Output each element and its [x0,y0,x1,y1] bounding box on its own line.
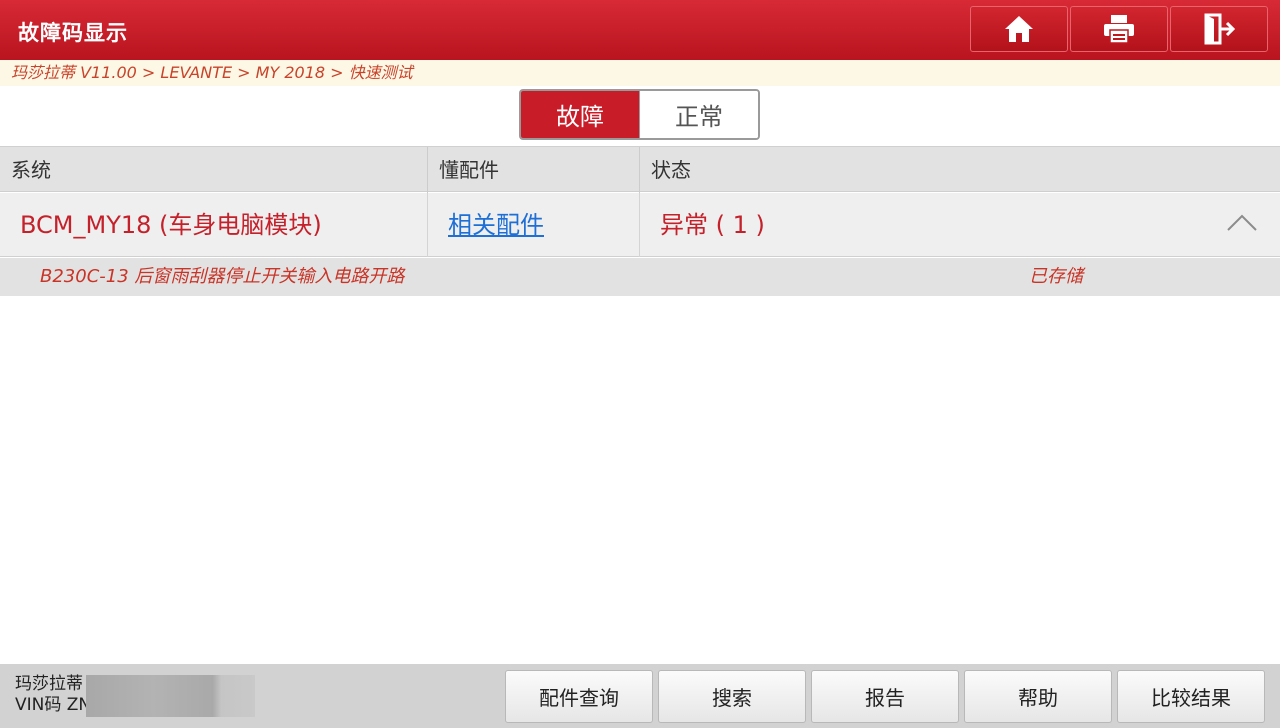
vehicle-make: 玛莎拉蒂 [15,674,83,694]
tab-normal[interactable]: 正常 [639,91,758,138]
app-window: 故障码显示 玛莎拉蒂 V11.00 > LEVANTE > MY 2018 > … [0,0,1280,728]
exit-icon [1204,13,1236,45]
search-button[interactable]: 搜索 [658,670,806,723]
table-header: 系统 懂配件 状态 [0,146,1280,193]
printer-icon [1104,15,1134,44]
fault-normal-toggle: 故障 正常 [519,89,760,140]
home-button[interactable] [970,6,1068,52]
status-text: 异常 ( 1 ) [660,211,765,239]
print-button[interactable] [1070,6,1168,52]
column-header-system: 系统 [11,158,51,182]
report-button[interactable]: 报告 [811,670,959,723]
fault-state: 已存储 [1029,266,1083,287]
home-icon [1005,16,1033,42]
table-row[interactable]: BCM_MY18 (车身电脑模块) 相关配件 异常 ( 1 ) [0,193,1280,257]
vin-label: VIN码 ZN [15,695,92,715]
system-name: BCM_MY18 (车身电脑模块) [20,211,322,239]
help-button[interactable]: 帮助 [964,670,1112,723]
compare-results-button[interactable]: 比较结果 [1117,670,1265,723]
fault-detail-row[interactable]: B230C-13 后窗雨刮器停止开关输入电路开路 已存储 [0,258,1280,296]
related-parts-link[interactable]: 相关配件 [428,211,544,239]
bottom-toolbar: 玛莎拉蒂 VIN码 ZN 配件查询 搜索 报告 帮助 比较结果 [0,664,1280,728]
tab-fault[interactable]: 故障 [521,91,639,138]
redacted-area [86,675,255,717]
parts-cell: 相关配件 [427,193,639,257]
vehicle-info: 玛莎拉蒂 VIN码 ZN [15,674,91,716]
status-cell: 异常 ( 1 ) [639,193,1280,257]
title-bar: 故障码显示 [0,0,1280,60]
breadcrumb: 玛莎拉蒂 V11.00 > LEVANTE > MY 2018 > 快速测试 [0,60,1280,86]
page-title: 故障码显示 [18,21,128,45]
column-header-parts: 懂配件 [427,147,639,193]
column-header-status: 状态 [639,147,1280,193]
chevron-up-icon[interactable] [1226,213,1258,233]
exit-button[interactable] [1170,6,1268,52]
parts-query-button[interactable]: 配件查询 [505,670,653,723]
fault-code-description: B230C-13 后窗雨刮器停止开关输入电路开路 [40,266,405,287]
